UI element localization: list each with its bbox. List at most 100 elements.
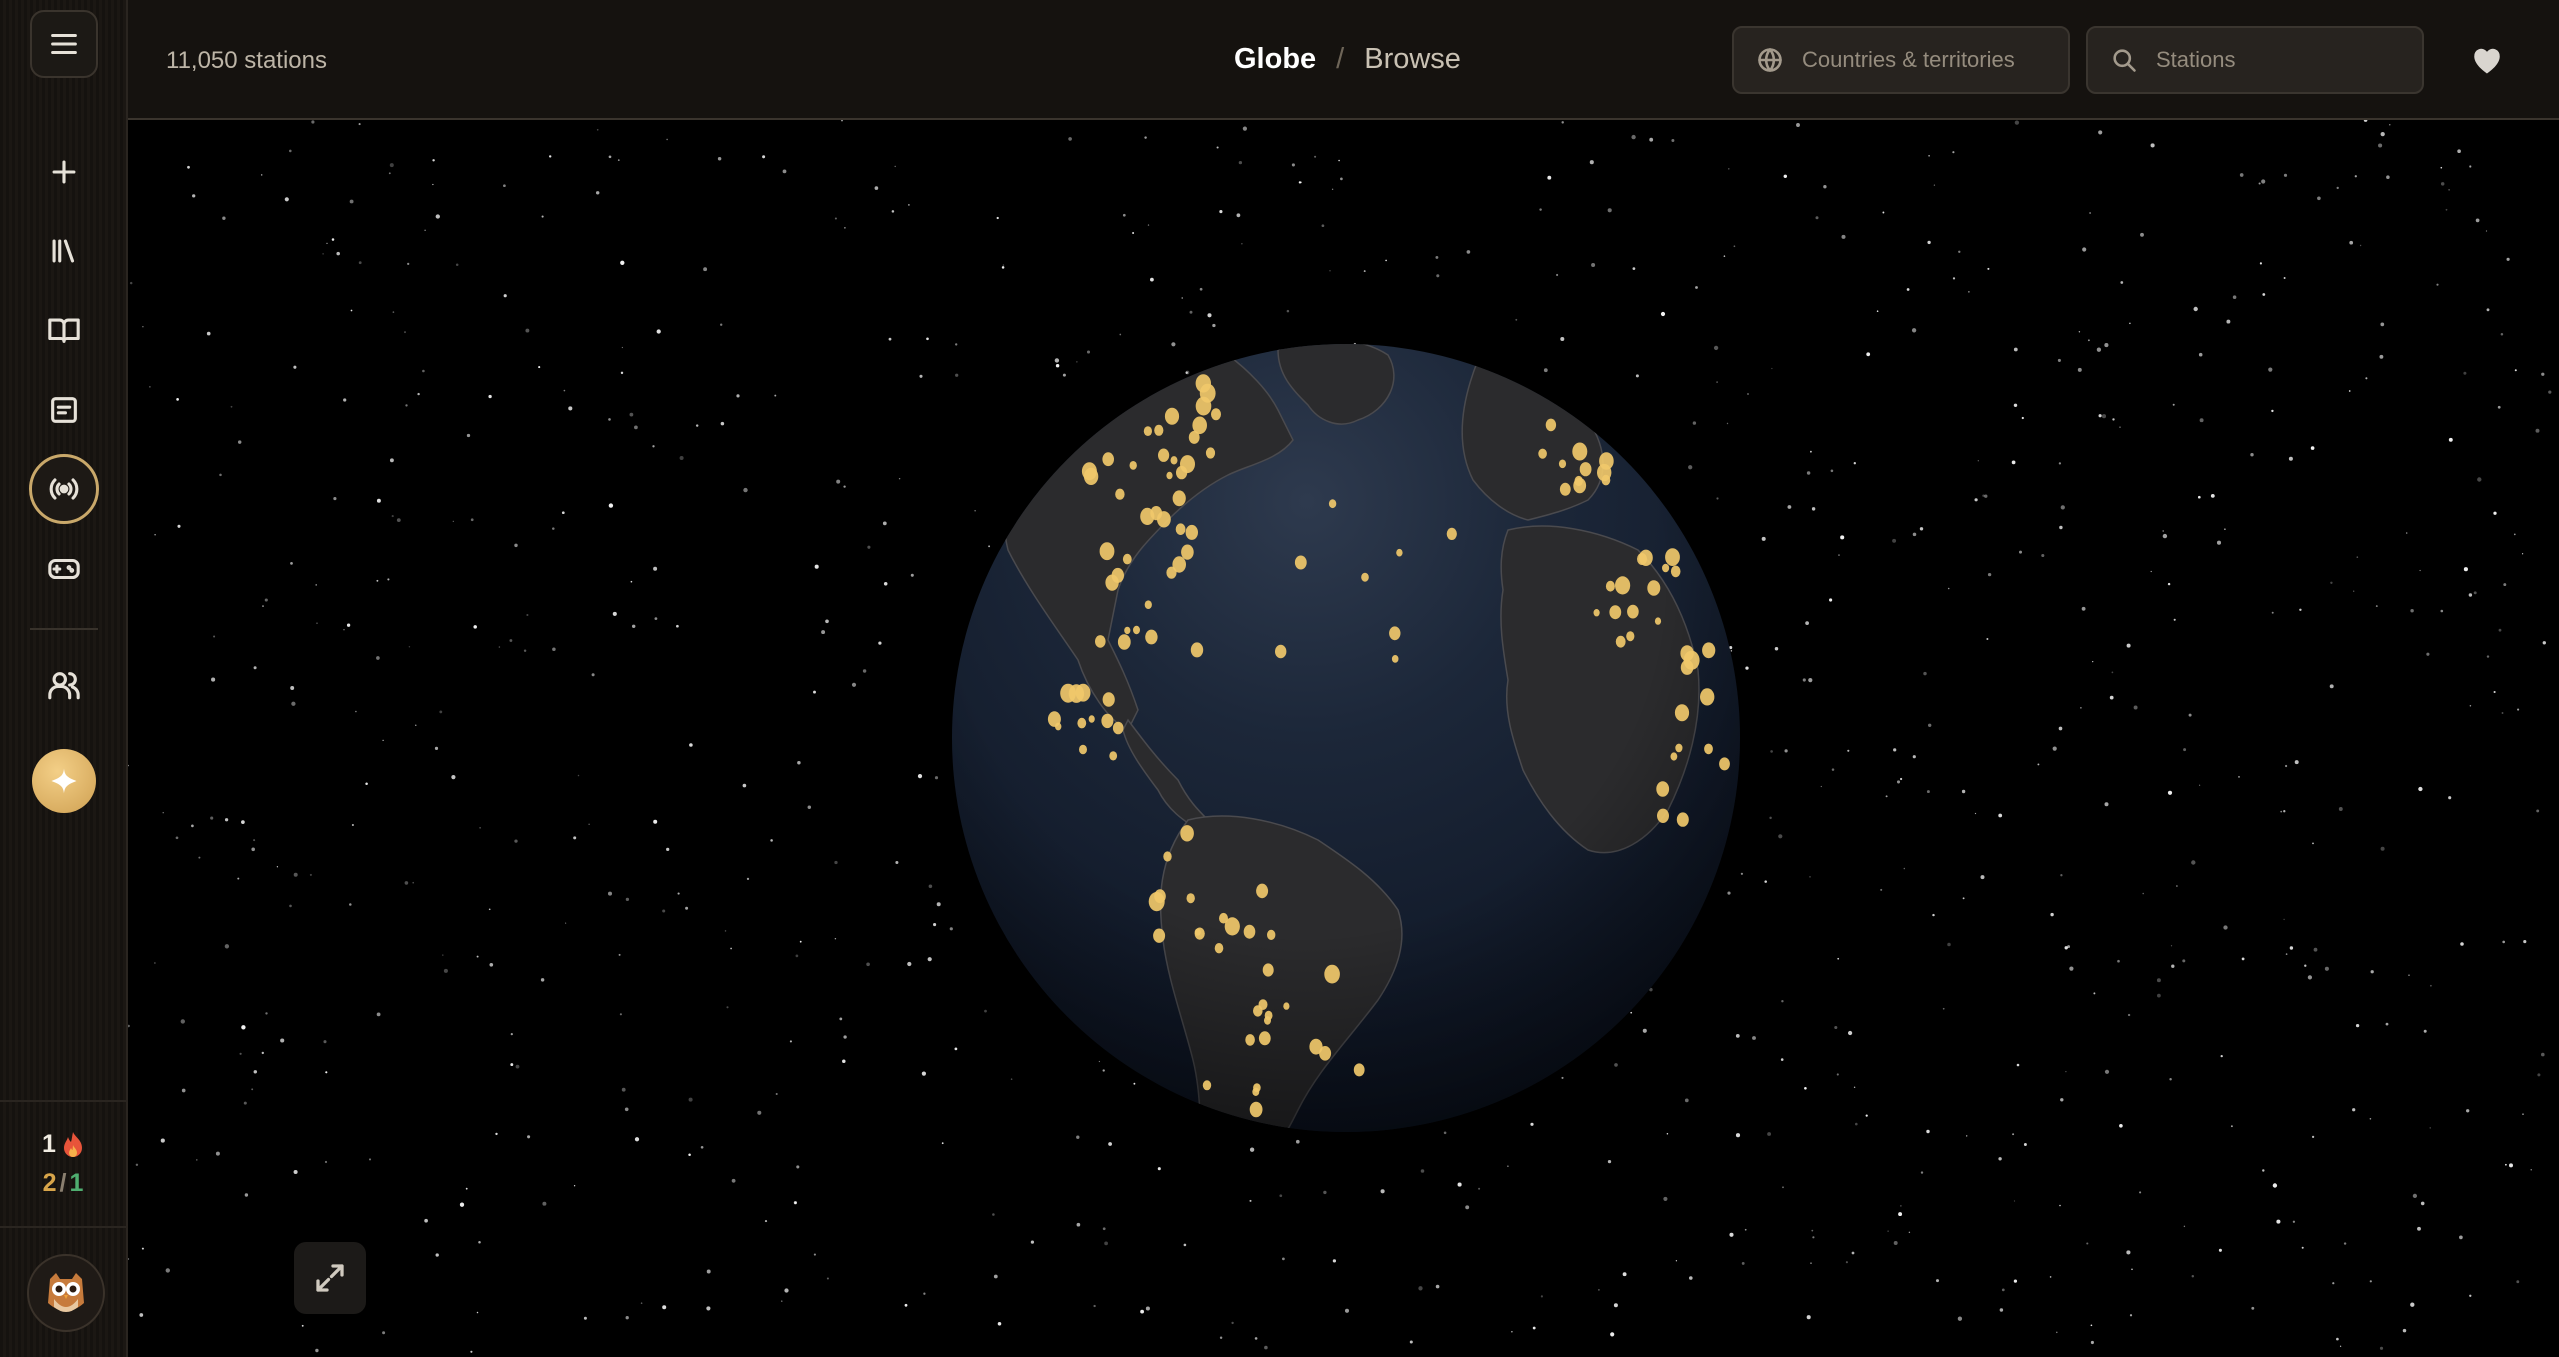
station-marker[interactable]: [1389, 626, 1401, 641]
station-marker[interactable]: [1102, 452, 1114, 467]
station-marker[interactable]: [1112, 721, 1124, 735]
station-marker[interactable]: [1101, 713, 1114, 729]
country-filter-input[interactable]: [1802, 47, 2032, 73]
station-marker[interactable]: [1202, 1080, 1212, 1091]
station-marker[interactable]: [1243, 924, 1256, 939]
station-marker[interactable]: [1676, 812, 1689, 827]
station-marker[interactable]: [1704, 743, 1713, 755]
station-marker[interactable]: [1115, 488, 1125, 500]
station-marker[interactable]: [1662, 563, 1670, 573]
games-button[interactable]: [29, 534, 99, 604]
station-marker[interactable]: [1675, 743, 1683, 753]
station-marker[interactable]: [1150, 506, 1163, 521]
station-marker[interactable]: [1275, 644, 1287, 659]
station-marker[interactable]: [1599, 452, 1614, 470]
station-marker[interactable]: [1719, 757, 1730, 771]
station-search[interactable]: [2086, 26, 2424, 94]
station-marker[interactable]: [1180, 825, 1194, 842]
station-marker[interactable]: [1124, 626, 1131, 635]
station-marker[interactable]: [1593, 609, 1600, 617]
station-marker[interactable]: [1249, 1101, 1263, 1118]
globe-canvas[interactable]: [128, 120, 2559, 1357]
favorites-button[interactable]: [2465, 38, 2509, 82]
station-marker[interactable]: [1670, 752, 1678, 761]
station-marker[interactable]: [1252, 1087, 1260, 1096]
station-marker[interactable]: [1446, 527, 1457, 540]
station-marker[interactable]: [1700, 688, 1715, 706]
station-marker[interactable]: [1353, 1063, 1365, 1077]
station-marker[interactable]: [1656, 781, 1670, 797]
station-marker[interactable]: [1172, 490, 1186, 507]
station-marker[interactable]: [1154, 889, 1166, 904]
station-marker[interactable]: [1674, 704, 1690, 722]
station-marker[interactable]: [1188, 430, 1200, 444]
station-marker[interactable]: [1256, 883, 1269, 899]
station-marker[interactable]: [1361, 572, 1369, 582]
station-marker[interactable]: [1558, 459, 1567, 469]
station-marker[interactable]: [1605, 580, 1615, 592]
assistant-button[interactable]: [32, 749, 96, 813]
station-marker[interactable]: [1224, 917, 1240, 936]
station-marker[interactable]: [1047, 711, 1061, 727]
station-marker[interactable]: [1538, 448, 1547, 459]
station-marker[interactable]: [1144, 600, 1152, 609]
station-marker[interactable]: [1133, 625, 1140, 635]
station-marker[interactable]: [1181, 544, 1194, 560]
station-marker[interactable]: [1109, 751, 1118, 761]
station-marker[interactable]: [1680, 659, 1694, 675]
station-marker[interactable]: [1267, 929, 1276, 941]
station-marker[interactable]: [1077, 717, 1087, 729]
station-marker[interactable]: [1175, 523, 1186, 535]
station-marker[interactable]: [1186, 893, 1195, 904]
station-marker[interactable]: [1153, 928, 1166, 943]
notes-button[interactable]: [29, 375, 99, 445]
station-marker[interactable]: [1102, 692, 1115, 707]
add-button[interactable]: [29, 137, 99, 207]
breadcrumb-current[interactable]: Globe: [1234, 43, 1316, 76]
globe-view[interactable]: [128, 120, 2559, 1357]
station-marker[interactable]: [1264, 1010, 1273, 1021]
station-marker[interactable]: [1166, 566, 1177, 579]
station-marker[interactable]: [1185, 524, 1199, 540]
station-marker[interactable]: [1572, 442, 1588, 461]
station-marker[interactable]: [1573, 477, 1587, 494]
station-marker[interactable]: [1214, 943, 1224, 954]
station-marker[interactable]: [1205, 447, 1216, 459]
station-marker[interactable]: [1163, 851, 1172, 862]
station-marker[interactable]: [1211, 408, 1221, 421]
station-marker[interactable]: [1180, 455, 1195, 474]
station-marker[interactable]: [1068, 684, 1085, 703]
station-marker[interactable]: [1609, 605, 1622, 620]
station-marker[interactable]: [1324, 964, 1340, 984]
station-marker[interactable]: [1545, 418, 1557, 432]
station-search-input[interactable]: [2156, 47, 2386, 73]
station-marker[interactable]: [1166, 471, 1173, 480]
expand-button[interactable]: [294, 1242, 366, 1314]
people-button[interactable]: [29, 650, 99, 720]
station-marker[interactable]: [1122, 553, 1132, 565]
station-marker[interactable]: [1088, 715, 1095, 723]
station-marker[interactable]: [1670, 565, 1681, 578]
station-marker[interactable]: [1657, 808, 1669, 823]
station-marker[interactable]: [1143, 426, 1152, 436]
station-marker[interactable]: [1328, 499, 1337, 509]
country-filter[interactable]: [1732, 26, 2070, 94]
station-marker[interactable]: [1647, 580, 1661, 596]
radio-button[interactable]: [29, 454, 99, 524]
station-marker[interactable]: [1680, 645, 1694, 662]
station-marker[interactable]: [1145, 629, 1158, 645]
station-marker[interactable]: [1253, 1005, 1263, 1017]
station-marker[interactable]: [1627, 604, 1639, 619]
station-marker[interactable]: [1154, 424, 1164, 436]
station-marker[interactable]: [1626, 631, 1635, 642]
read-button[interactable]: [29, 295, 99, 365]
station-marker[interactable]: [1262, 963, 1274, 977]
station-marker[interactable]: [1170, 456, 1178, 465]
library-button[interactable]: [29, 216, 99, 286]
menu-button[interactable]: [30, 10, 98, 78]
station-marker[interactable]: [1195, 374, 1212, 393]
station-marker[interactable]: [1615, 576, 1631, 595]
station-marker[interactable]: [1158, 448, 1170, 462]
station-marker[interactable]: [1095, 635, 1106, 648]
station-marker[interactable]: [1105, 574, 1119, 591]
